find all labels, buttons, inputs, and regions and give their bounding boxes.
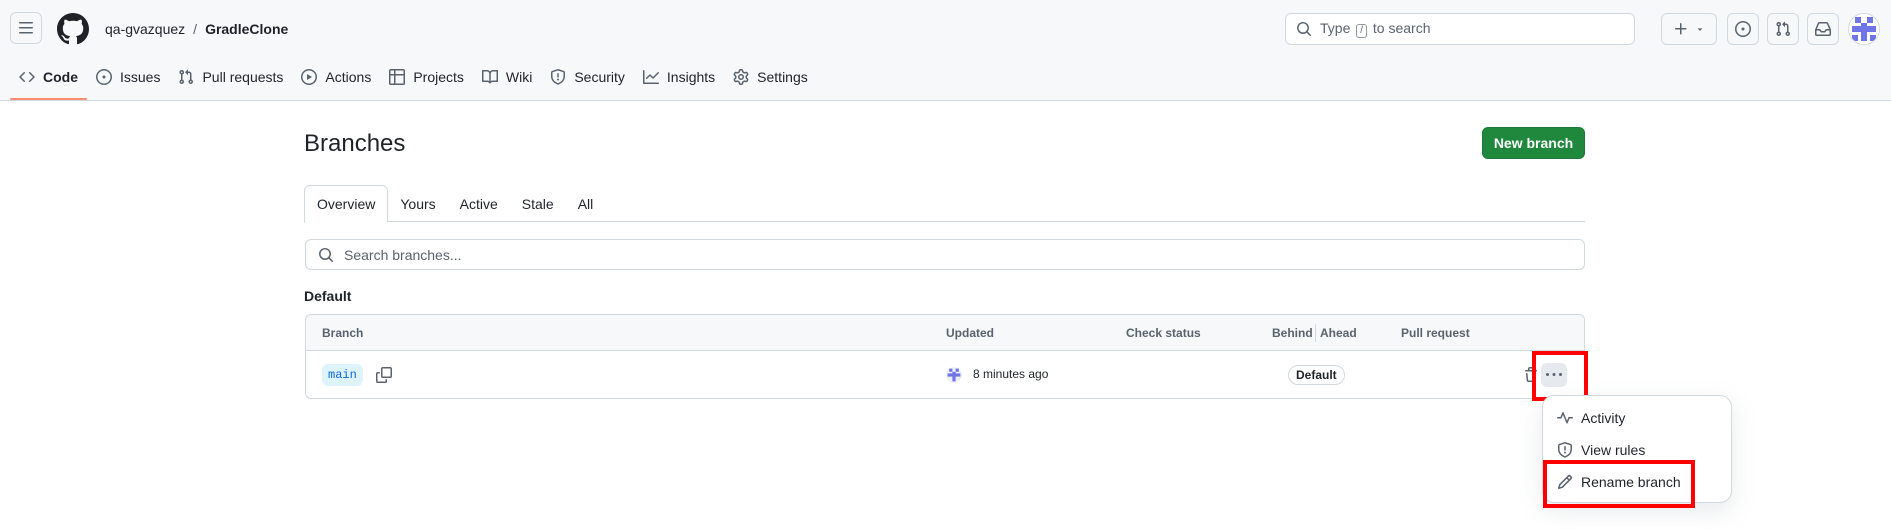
branch-table: Branch Updated Check status Behind Ahead… (305, 314, 1585, 399)
identicon-icon (1849, 14, 1879, 44)
pull-requests-button[interactable] (1767, 13, 1799, 45)
app-header: qa-gvazquez / GradleClone Type / to sear… (0, 0, 1891, 101)
tab-code-label: Code (43, 69, 78, 85)
menu-item-view-rules[interactable]: View rules (1543, 434, 1731, 466)
branch-search-placeholder: Search branches... (344, 246, 462, 263)
branch-search-input[interactable]: Search branches... (305, 239, 1585, 270)
branch-actions-menu: Activity View rules Rename branch (1542, 395, 1732, 503)
tab-pull-requests-label: Pull requests (202, 69, 284, 85)
tab-active[interactable]: Active (448, 185, 510, 222)
triangle-down-icon (1697, 28, 1703, 31)
branch-name-link[interactable]: main (322, 364, 363, 386)
shield-icon (1558, 442, 1572, 458)
tab-settings-label: Settings (757, 69, 808, 85)
table-header: Branch Updated Check status Behind Ahead… (306, 315, 1584, 351)
column-updated: Updated (946, 326, 994, 340)
table-row: main 8 minutes ago Default (306, 351, 1584, 398)
shield-icon (551, 69, 566, 85)
pulse-icon (1557, 412, 1573, 424)
tab-pull-requests[interactable]: Pull requests (169, 60, 292, 94)
menu-item-activity-label: Activity (1581, 410, 1626, 426)
menu-item-activity[interactable]: Activity (1543, 402, 1731, 434)
branch-more-options-button[interactable] (1541, 363, 1567, 387)
tab-code[interactable]: Code (10, 60, 87, 100)
user-avatar[interactable] (1848, 13, 1880, 45)
tab-issues[interactable]: Issues (87, 60, 169, 94)
search-icon (319, 247, 334, 262)
gear-icon (733, 69, 749, 85)
menu-item-rename-branch-label: Rename branch (1581, 474, 1681, 490)
kebab-horizontal-icon (1546, 373, 1562, 376)
tab-all[interactable]: All (566, 185, 606, 222)
plus-icon (1675, 23, 1687, 35)
copy-branch-name-button[interactable] (373, 364, 395, 386)
tab-insights-label: Insights (666, 69, 716, 85)
tab-actions-label: Actions (325, 69, 372, 85)
copy-icon (376, 367, 392, 383)
page-title: Branches (304, 130, 406, 157)
branch-filter-tabs: Overview Yours Active Stale All (304, 185, 1585, 223)
search-icon (1297, 22, 1312, 37)
tab-insights[interactable]: Insights (634, 60, 724, 94)
tab-wiki-label: Wiki (505, 69, 533, 85)
search-shortcut-key: / (1356, 24, 1368, 38)
issue-opened-icon (96, 69, 112, 85)
menu-item-rename-branch[interactable]: Rename branch (1543, 466, 1731, 498)
default-branch-badge: Default (1288, 365, 1345, 385)
column-pull-request: Pull request (1401, 326, 1470, 340)
tab-yours[interactable]: Yours (388, 185, 447, 222)
tab-security-label: Security (574, 69, 625, 85)
column-check-status: Check status (1126, 326, 1201, 340)
column-divider (1315, 324, 1316, 342)
issues-button[interactable] (1727, 13, 1759, 45)
search-placeholder: Type / to search (1320, 20, 1431, 38)
inbox-icon (1815, 22, 1831, 36)
table-icon (389, 69, 406, 85)
play-icon (301, 69, 318, 85)
repo-navigation: Code Issues Pull requests Actions Projec… (10, 60, 817, 100)
tab-overview[interactable]: Overview (304, 185, 389, 223)
column-behind: Behind (1272, 326, 1313, 340)
repo-name-link[interactable]: GradleClone (205, 20, 288, 38)
github-logo-icon[interactable] (57, 13, 89, 45)
tab-settings[interactable]: Settings (724, 60, 817, 94)
new-branch-button[interactable]: New branch (1482, 127, 1585, 159)
breadcrumb-separator: / (193, 21, 198, 37)
three-bars-icon (19, 22, 33, 34)
tab-projects[interactable]: Projects (380, 60, 473, 94)
create-new-button[interactable] (1661, 13, 1717, 45)
graph-icon (642, 70, 659, 84)
menu-item-view-rules-label: View rules (1581, 442, 1646, 458)
git-pull-request-icon (179, 69, 194, 85)
menu-button[interactable] (10, 12, 42, 44)
tab-actions[interactable]: Actions (292, 60, 380, 94)
breadcrumb: qa-gvazquez / GradleClone (105, 20, 288, 38)
issue-opened-icon (1735, 21, 1751, 37)
column-branch: Branch (322, 326, 364, 340)
tab-projects-label: Projects (413, 69, 464, 85)
tab-stale[interactable]: Stale (510, 185, 566, 222)
inbox-button[interactable] (1807, 13, 1839, 45)
trash-icon (1525, 367, 1537, 382)
tab-issues-label: Issues (120, 69, 161, 85)
updated-time: 8 minutes ago (973, 367, 1049, 381)
committer-avatar[interactable] (946, 367, 962, 383)
repo-owner-link[interactable]: qa-gvazquez (105, 20, 185, 38)
delete-branch-button[interactable] (1521, 365, 1541, 385)
git-pull-request-icon (1776, 21, 1791, 37)
code-icon (19, 71, 35, 83)
tab-wiki[interactable]: Wiki (473, 60, 541, 94)
section-heading-default: Default (304, 288, 352, 304)
book-icon (481, 69, 498, 84)
pencil-icon (1557, 474, 1573, 490)
global-search-input[interactable]: Type / to search (1285, 13, 1635, 45)
tab-security[interactable]: Security (541, 60, 634, 94)
column-ahead: Ahead (1320, 326, 1357, 340)
